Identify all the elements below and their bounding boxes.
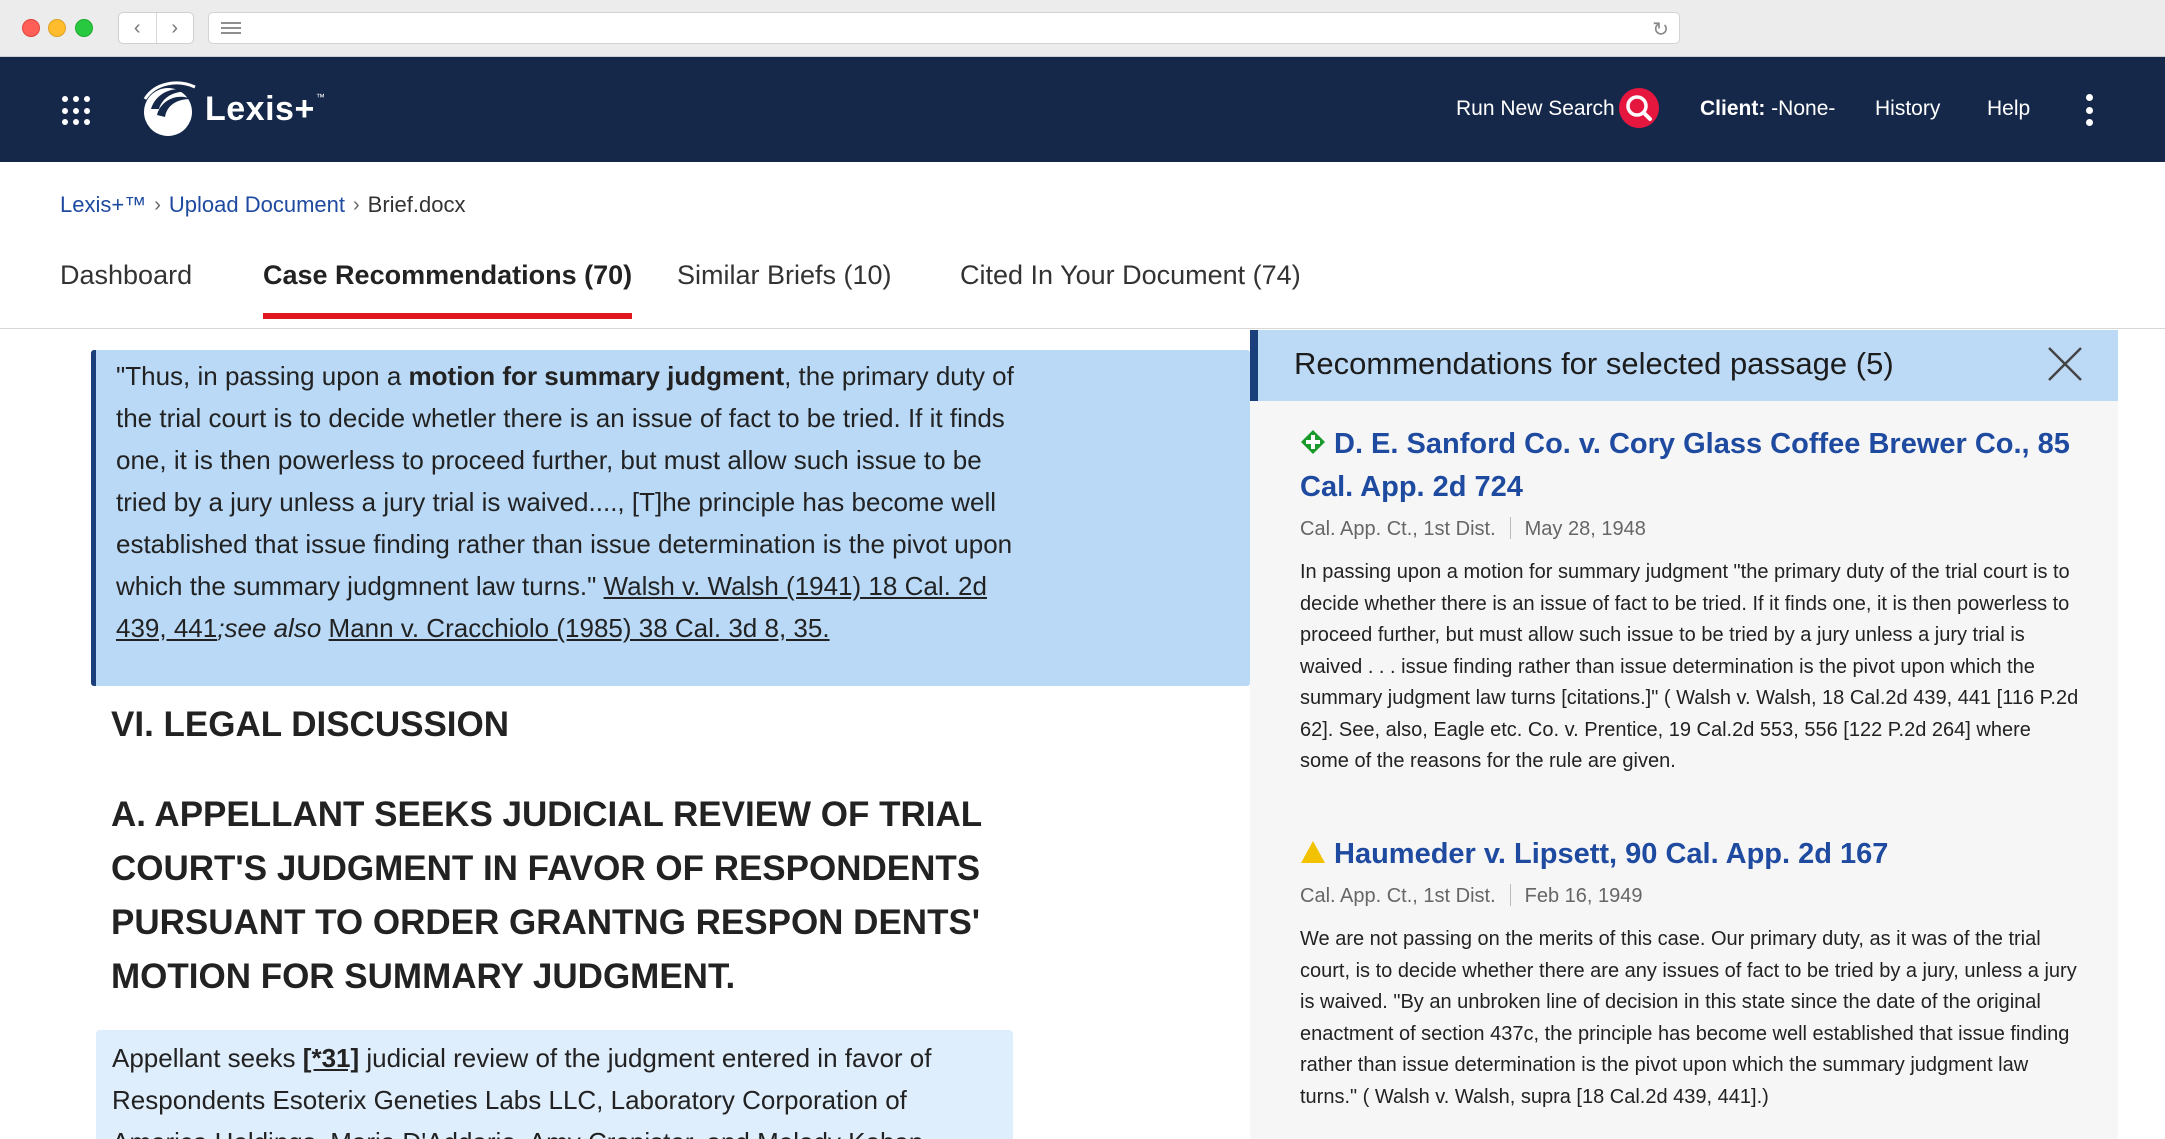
breadcrumb-separator: › bbox=[154, 193, 161, 216]
brand-name: Lexis+ bbox=[205, 89, 315, 128]
green-diamond-plus-icon bbox=[1301, 430, 1325, 454]
case-snippet: We are not passing on the merits of this… bbox=[1300, 928, 2077, 1108]
section-heading: VI. LEGAL DISCUSSION bbox=[111, 705, 510, 744]
search-icon[interactable] bbox=[1619, 88, 1659, 128]
yellow-triangle-icon bbox=[1301, 841, 1325, 863]
client-selector[interactable]: Client: -None- bbox=[1700, 97, 1835, 121]
more-options-icon[interactable] bbox=[2084, 94, 2094, 126]
browser-chrome: ‹ › ↻ bbox=[0, 0, 2165, 57]
page-reference-link[interactable]: [*31] bbox=[303, 1043, 359, 1073]
breadcrumb-current: Brief.docx bbox=[367, 192, 466, 217]
reader-icon[interactable] bbox=[221, 22, 241, 36]
case-title-link[interactable]: Haumeder v. Lipsett, 90 Cal. App. 2d 167 bbox=[1300, 833, 2080, 876]
selected-passage[interactable]: "Thus, in passing upon a motion for summ… bbox=[91, 350, 1250, 686]
close-icon[interactable] bbox=[2045, 344, 2085, 384]
tab-case-recommendations[interactable]: Case Recommendations (70) bbox=[263, 260, 633, 319]
case-snippet: In passing upon a motion for summary jud… bbox=[1300, 561, 2079, 772]
case-date: Feb 16, 1949 bbox=[1524, 885, 1643, 907]
case-meta: Cal. App. Ct., 1st Dist. Feb 16, 1949 bbox=[1300, 884, 2080, 908]
help-link[interactable]: Help bbox=[1987, 97, 2030, 121]
recommendation-card: D. E. Sanford Co. v. Cory Glass Coffee B… bbox=[1300, 423, 2080, 778]
recommendations-title: Recommendations for selected passage (5) bbox=[1294, 346, 1894, 381]
zoom-window-button[interactable] bbox=[75, 19, 93, 37]
quote-bold-term: motion for summary judgment bbox=[408, 361, 785, 391]
breadcrumb-separator: › bbox=[353, 193, 360, 216]
recommendations-header: Recommendations for selected passage (5) bbox=[1250, 330, 2118, 401]
tab-bar: Dashboard Case Recommendations (70) Simi… bbox=[0, 240, 2165, 329]
case-meta: Cal. App. Ct., 1st Dist. May 28, 1948 bbox=[1300, 517, 2080, 541]
history-nav: ‹ › bbox=[118, 12, 194, 44]
breadcrumb-home[interactable]: Lexis+™ bbox=[60, 192, 146, 218]
document-pane: "Thus, in passing upon a motion for summ… bbox=[0, 330, 1250, 1139]
close-window-button[interactable] bbox=[22, 19, 40, 37]
paragraph-text: Appellant seeks [*31] judicial review of… bbox=[112, 1043, 932, 1139]
brand-trademark: ™ bbox=[315, 92, 325, 102]
apps-grid-icon[interactable] bbox=[62, 96, 92, 126]
citation-link-mann[interactable]: Mann v. Cracchiolo (1985) 38 Cal. 3d 8, … bbox=[329, 613, 830, 643]
case-title: D. E. Sanford Co. v. Cory Glass Coffee B… bbox=[1300, 428, 2070, 503]
tab-cited-in-your-document[interactable]: Cited In Your Document (74) bbox=[960, 260, 1301, 317]
meta-divider bbox=[1509, 884, 1511, 906]
quote-text-body: , the primary duty of the trial court is… bbox=[116, 361, 1014, 601]
client-value: -None- bbox=[1771, 97, 1836, 120]
reload-icon[interactable]: ↻ bbox=[1652, 17, 1669, 42]
history-link[interactable]: History bbox=[1875, 97, 1940, 121]
tab-similar-briefs[interactable]: Similar Briefs (10) bbox=[677, 260, 892, 317]
lexis-logo[interactable]: Lexis+ ™ bbox=[137, 79, 325, 139]
document-paragraph[interactable]: Appellant seeks [*31] judicial review of… bbox=[96, 1030, 1013, 1139]
minimize-window-button[interactable] bbox=[48, 19, 66, 37]
chevron-right-icon[interactable]: › bbox=[155, 13, 194, 43]
case-title-link[interactable]: D. E. Sanford Co. v. Cory Glass Coffee B… bbox=[1300, 423, 2080, 509]
recommendations-panel: Recommendations for selected passage (5)… bbox=[1250, 330, 2118, 1139]
see-also-text: ;see also bbox=[217, 613, 322, 643]
selected-passage-text: "Thus, in passing upon a motion for summ… bbox=[116, 355, 1016, 649]
right-gutter bbox=[2118, 330, 2165, 1139]
case-title: Haumeder v. Lipsett, 90 Cal. App. 2d 167 bbox=[1334, 838, 1889, 870]
run-new-search-link[interactable]: Run New Search bbox=[1456, 97, 1615, 121]
breadcrumb: Lexis+™ › Upload Document › Brief.docx bbox=[60, 192, 466, 218]
case-court: Cal. App. Ct., 1st Dist. bbox=[1300, 885, 1496, 907]
lexis-swirl-icon bbox=[143, 81, 196, 136]
tab-dashboard[interactable]: Dashboard bbox=[60, 260, 192, 317]
meta-divider bbox=[1509, 517, 1511, 539]
client-label: Client: bbox=[1700, 97, 1766, 120]
subsection-heading: A. APPELLANT SEEKS JUDICIAL REVIEW OF TR… bbox=[111, 795, 982, 996]
app-header: Lexis+ ™ Run New Search Client: -None- Hi… bbox=[0, 57, 2165, 162]
address-bar[interactable]: ↻ bbox=[208, 12, 1680, 44]
recommendation-card: Haumeder v. Lipsett, 90 Cal. App. 2d 167… bbox=[1300, 833, 2080, 1113]
case-date: May 28, 1948 bbox=[1524, 518, 1646, 540]
breadcrumb-upload-document[interactable]: Upload Document bbox=[169, 192, 345, 218]
quote-text-start: "Thus, in passing upon a bbox=[116, 361, 409, 391]
case-court: Cal. App. Ct., 1st Dist. bbox=[1300, 518, 1496, 540]
chevron-left-icon[interactable]: ‹ bbox=[119, 13, 156, 43]
